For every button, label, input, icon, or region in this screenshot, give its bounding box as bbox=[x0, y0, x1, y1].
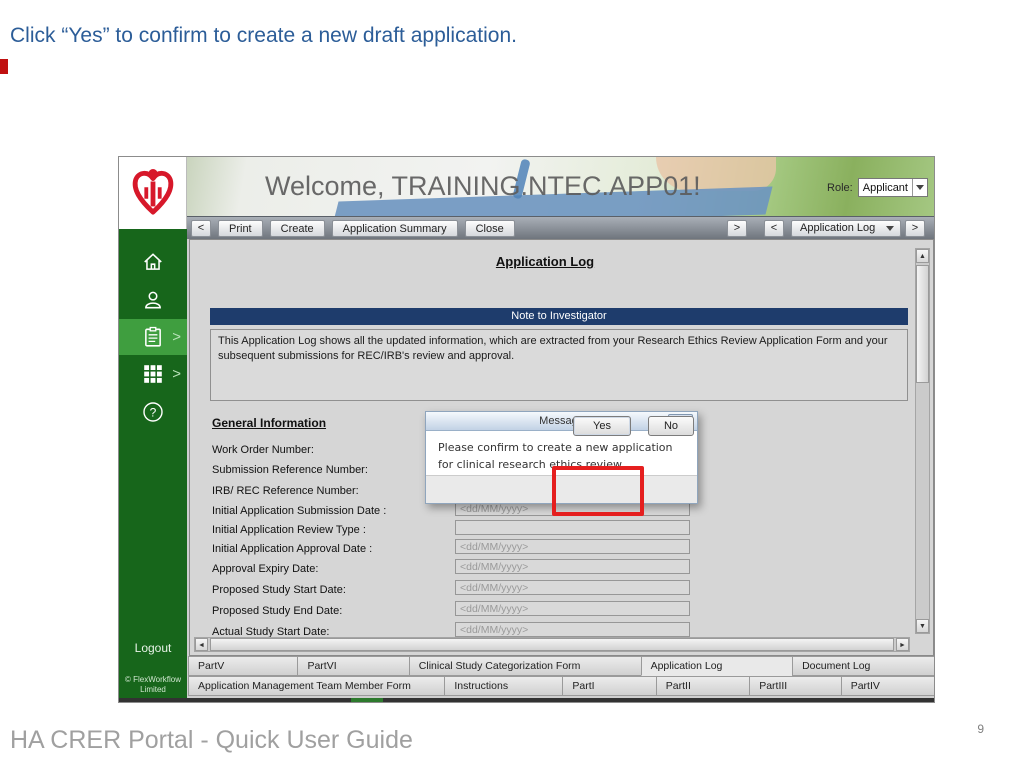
tab-partiv[interactable]: PartIV bbox=[841, 676, 935, 696]
yes-button[interactable]: Yes bbox=[573, 416, 631, 436]
tab-partii[interactable]: PartII bbox=[656, 676, 750, 696]
field-label: Initial Application Approval Date : bbox=[212, 543, 372, 555]
page-number: 9 bbox=[977, 722, 984, 736]
flexworkflow-copyright: © FlexWorkflow Limited bbox=[119, 675, 187, 695]
header-banner: Welcome, TRAINING.NTEC.APP01! Role: Appl… bbox=[187, 157, 935, 216]
section-heading: General Information bbox=[212, 416, 326, 430]
sidebar-item-home[interactable] bbox=[119, 243, 187, 281]
scroll-left-icon[interactable]: ◄ bbox=[195, 638, 208, 651]
window-bottom-strip bbox=[119, 698, 935, 703]
toolbar: < PrintCreateApplication SummaryClose > … bbox=[187, 216, 935, 239]
sidebar-item-help[interactable]: ? bbox=[119, 393, 187, 431]
sidebar: > > ? Logout © FlexWorkflow bbox=[119, 229, 187, 698]
bottom-strip-green bbox=[351, 698, 383, 703]
tabs-row-2: Application Management Team Member FormI… bbox=[189, 676, 935, 696]
chevron-right-icon: > bbox=[172, 367, 181, 382]
slide-title: Click “Yes” to confirm to create a new d… bbox=[10, 24, 517, 48]
field-label: Approval Expiry Date: bbox=[212, 563, 318, 575]
horizontal-scrollbar-thumb[interactable] bbox=[210, 638, 894, 651]
form-field-row: Initial Application Review Type : bbox=[212, 520, 912, 536]
role-label: Role: bbox=[827, 182, 853, 194]
field-label: Initial Application Submission Date : bbox=[212, 505, 386, 517]
chevron-down-icon bbox=[912, 179, 927, 196]
role-select-value: Applicant bbox=[859, 182, 912, 194]
toolbar-next-button[interactable]: > bbox=[727, 220, 747, 237]
vertical-scrollbar-thumb[interactable] bbox=[916, 265, 929, 383]
vertical-scrollbar[interactable]: ▲ ▼ bbox=[915, 248, 930, 634]
tab-application-log[interactable]: Application Log bbox=[641, 656, 794, 676]
field-label: IRB/ REC Reference Number: bbox=[212, 485, 359, 497]
field-label: Initial Application Review Type : bbox=[212, 524, 366, 536]
field-input[interactable] bbox=[455, 580, 690, 595]
clipboard-icon bbox=[142, 326, 164, 348]
person-icon bbox=[142, 289, 164, 311]
toolbar-button-print[interactable]: Print bbox=[218, 220, 263, 237]
app-screenshot: Welcome, TRAINING.NTEC.APP01! Role: Appl… bbox=[118, 156, 935, 703]
toolbar-button-create[interactable]: Create bbox=[270, 220, 325, 237]
field-label: Submission Reference Number: bbox=[212, 464, 368, 476]
chevron-down-icon bbox=[886, 226, 894, 231]
note-text: This Application Log shows all the updat… bbox=[210, 329, 908, 401]
field-input[interactable] bbox=[455, 539, 690, 554]
no-button[interactable]: No bbox=[648, 416, 694, 436]
tabs-row-1: PartVPartVIClinical Study Categorization… bbox=[189, 656, 935, 676]
pager-next-button[interactable]: > bbox=[905, 220, 925, 237]
form-field-row: Proposed Study End Date: bbox=[212, 601, 912, 617]
field-label: Work Order Number: bbox=[212, 444, 314, 456]
page-select-value: Application Log bbox=[792, 222, 886, 234]
tab-partiii[interactable]: PartIII bbox=[749, 676, 842, 696]
form-field-row: Proposed Study Start Date: bbox=[212, 580, 912, 596]
page-select[interactable]: Application Log bbox=[791, 220, 901, 237]
logout-button[interactable]: Logout bbox=[119, 641, 187, 655]
tab-document-log[interactable]: Document Log bbox=[792, 656, 935, 676]
tab-clinical-study-categorization-form[interactable]: Clinical Study Categorization Form bbox=[409, 656, 642, 676]
form-field-row: Initial Application Approval Date : bbox=[212, 539, 912, 555]
sidebar-item-profile[interactable] bbox=[119, 281, 187, 319]
field-input[interactable] bbox=[455, 622, 690, 637]
pager-prev-button[interactable]: < bbox=[764, 220, 784, 237]
tab-partv[interactable]: PartV bbox=[188, 656, 298, 676]
tab-application-management-team-member-form[interactable]: Application Management Team Member Form bbox=[188, 676, 445, 696]
grid-icon bbox=[142, 363, 164, 385]
toolbar-prev-button[interactable]: < bbox=[191, 220, 211, 237]
tab-instructions[interactable]: Instructions bbox=[444, 676, 563, 696]
ha-heart-logo-icon bbox=[130, 167, 176, 219]
scroll-right-icon[interactable]: ► bbox=[896, 638, 909, 651]
scroll-up-icon[interactable]: ▲ bbox=[916, 249, 929, 263]
field-input[interactable] bbox=[455, 559, 690, 574]
tab-parti[interactable]: PartI bbox=[562, 676, 656, 696]
tab-partvi[interactable]: PartVI bbox=[297, 656, 409, 676]
form-field-row: Approval Expiry Date: bbox=[212, 559, 912, 575]
slide-footer-title: HA CRER Portal - Quick User Guide bbox=[10, 726, 413, 755]
slide: Click “Yes” to confirm to create a new d… bbox=[0, 0, 1024, 768]
annotation-highlight-yes bbox=[552, 466, 644, 516]
note-to-investigator-bar: Note to Investigator bbox=[210, 308, 908, 325]
ha-logo bbox=[119, 157, 187, 229]
field-input[interactable] bbox=[455, 601, 690, 616]
field-label: Proposed Study End Date: bbox=[212, 605, 342, 617]
sidebar-item-modules[interactable]: > bbox=[119, 355, 187, 393]
content-panel: Application Log Note to Investigator Thi… bbox=[189, 239, 934, 656]
scroll-down-icon[interactable]: ▼ bbox=[916, 619, 929, 633]
page-title: Application Log bbox=[190, 254, 900, 269]
role-select[interactable]: Applicant bbox=[858, 178, 928, 197]
sidebar-item-applications[interactable]: > bbox=[119, 319, 187, 355]
welcome-message: Welcome, TRAINING.NTEC.APP01! bbox=[265, 157, 701, 216]
toolbar-button-close[interactable]: Close bbox=[465, 220, 515, 237]
red-edge-mark bbox=[0, 59, 8, 74]
chevron-right-icon: > bbox=[172, 330, 181, 345]
form-field-row: Actual Study Start Date: bbox=[212, 622, 912, 638]
toolbar-buttons: Print Create Application Summary Close bbox=[218, 219, 522, 238]
home-icon bbox=[142, 251, 164, 273]
field-input[interactable] bbox=[455, 520, 690, 535]
svg-text:?: ? bbox=[150, 406, 157, 420]
toolbar-button-application-summary[interactable]: Application Summary bbox=[332, 220, 458, 237]
help-icon: ? bbox=[141, 400, 165, 424]
horizontal-scrollbar[interactable]: ◄ ► bbox=[194, 637, 910, 652]
field-label: Proposed Study Start Date: bbox=[212, 584, 346, 596]
